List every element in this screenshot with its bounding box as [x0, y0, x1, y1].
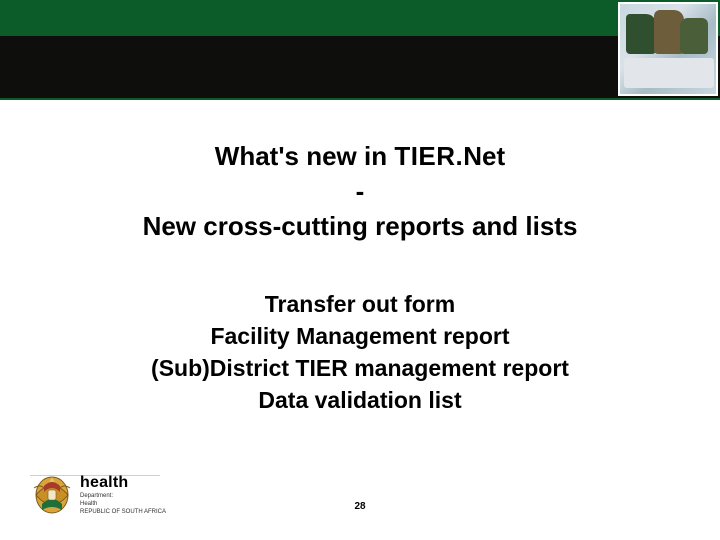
footer-dept-line: Department:: [80, 492, 166, 500]
title-text-prefix: What's new in: [215, 141, 395, 171]
header-green-underline: [0, 98, 720, 100]
photo-shape: [626, 14, 656, 54]
slide: What's new in TIER.Net - New cross-cutti…: [0, 0, 720, 540]
title-line-2: New cross-cutting reports and lists: [60, 208, 660, 244]
header-photo: [618, 2, 718, 96]
list-item: (Sub)District TIER management report: [60, 352, 660, 384]
photo-shape: [624, 58, 714, 88]
list-item: Transfer out form: [60, 288, 660, 320]
header: [0, 0, 720, 100]
list-item: Data validation list: [60, 384, 660, 416]
items-block: Transfer out form Facility Management re…: [60, 288, 660, 416]
title-line-1: What's new in TIER.Net: [60, 138, 660, 174]
title-block: What's new in TIER.Net - New cross-cutti…: [60, 138, 660, 244]
title-text-tier: TIER.: [394, 141, 463, 171]
title-text-net: Net: [463, 141, 505, 171]
photo-shape: [680, 18, 708, 54]
footer-health-label: health: [80, 474, 166, 492]
title-dash: -: [60, 174, 660, 208]
page-number: 28: [0, 501, 720, 512]
header-green-bar: [0, 0, 720, 36]
list-item: Facility Management report: [60, 320, 660, 352]
